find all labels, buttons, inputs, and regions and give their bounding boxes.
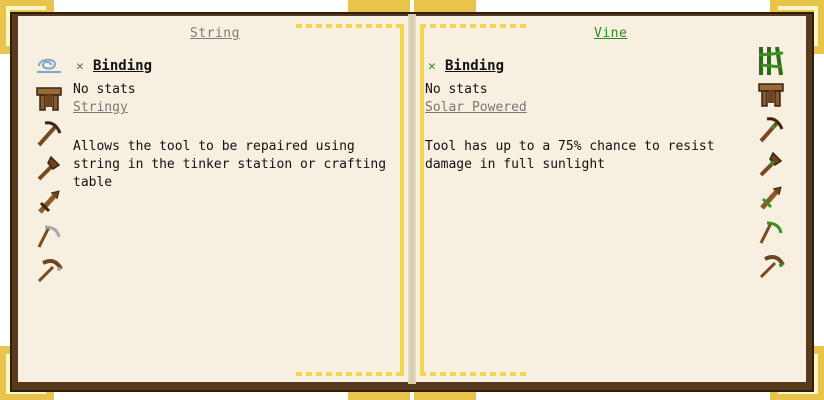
right-page-left-border xyxy=(420,24,424,376)
left-page-top-border xyxy=(296,24,404,28)
hatchet-icon[interactable] xyxy=(756,148,786,178)
hammer-icon[interactable] xyxy=(756,250,786,280)
pickaxe-icon[interactable] xyxy=(34,118,64,148)
scythe-icon[interactable] xyxy=(34,220,64,250)
left-page-bottom-border xyxy=(296,372,404,376)
vine-icon[interactable] xyxy=(756,46,786,76)
right-tool-icons xyxy=(756,46,786,284)
crossed-tools-icon: ✕ xyxy=(76,59,84,74)
crossed-tools-icon: ✕ xyxy=(428,59,436,74)
right-page-top-border xyxy=(420,24,528,28)
trait-link-solar-powered[interactable]: Solar Powered xyxy=(425,100,527,115)
stats-text: No stats xyxy=(425,82,488,97)
broadsword-icon[interactable] xyxy=(756,182,786,212)
stats-text: No stats xyxy=(73,82,136,97)
page-title-string[interactable]: String xyxy=(190,26,240,41)
book: String ✕ Binding No stats Stringy Allows… xyxy=(0,0,824,400)
left-tool-icons xyxy=(34,50,64,288)
clasp-top-right xyxy=(414,0,476,12)
tool-forge-icon[interactable] xyxy=(756,80,786,110)
tool-forge-icon[interactable] xyxy=(34,84,64,114)
page-title-vine[interactable]: Vine xyxy=(594,26,627,41)
hammer-icon[interactable] xyxy=(34,254,64,284)
clasp-top-left xyxy=(348,0,410,12)
broadsword-icon[interactable] xyxy=(34,186,64,216)
section-heading: Binding xyxy=(93,58,153,74)
hatchet-icon[interactable] xyxy=(34,152,64,182)
trait-description: Tool has up to a 75% chance to resist da… xyxy=(425,139,715,172)
trait-description: Allows the tool to be repaired using str… xyxy=(73,139,387,190)
scythe-icon[interactable] xyxy=(756,216,786,246)
string-icon[interactable] xyxy=(34,50,64,80)
right-page-bottom-border xyxy=(420,372,528,376)
left-page-right-border xyxy=(400,24,404,376)
section-heading: Binding xyxy=(445,58,505,74)
pickaxe-icon[interactable] xyxy=(756,114,786,144)
trait-link-stringy[interactable]: Stringy xyxy=(73,100,128,115)
